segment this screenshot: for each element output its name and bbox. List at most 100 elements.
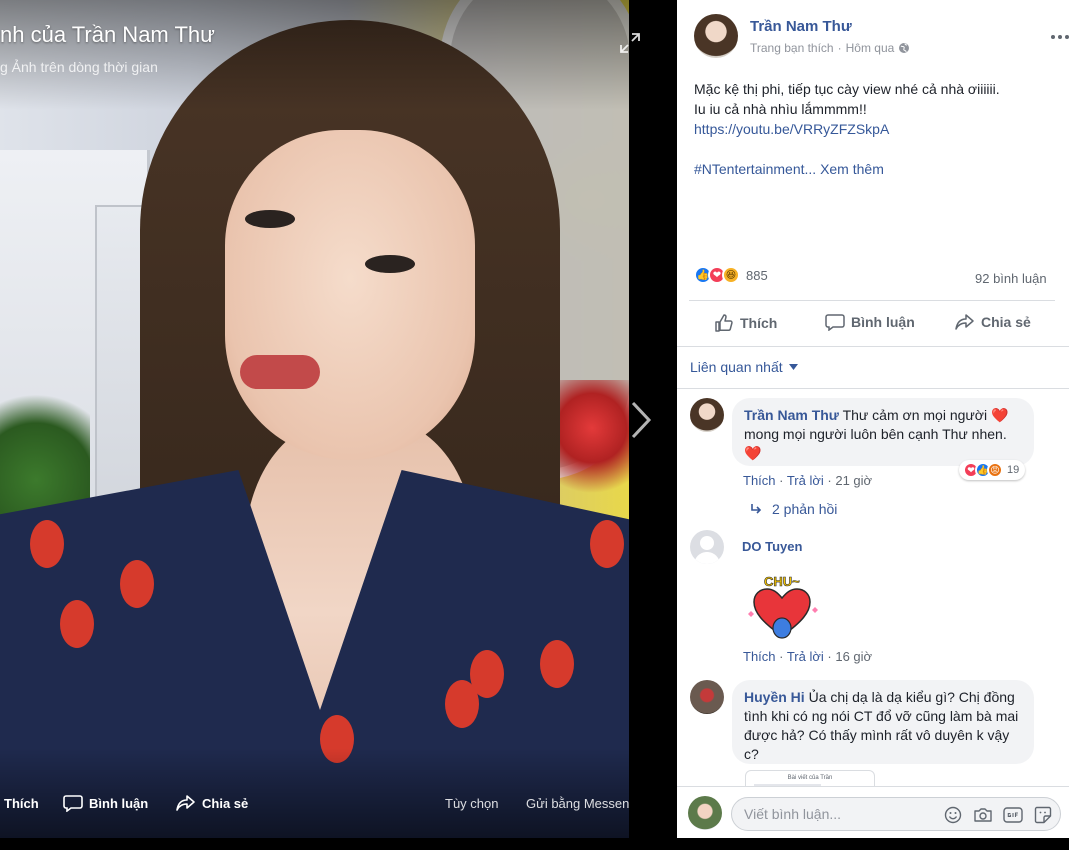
comment-actions: Thích · Trả lời · 21 giờ <box>743 473 873 488</box>
photo-like-button[interactable]: Thích <box>4 790 39 816</box>
commenter-avatar[interactable] <box>690 680 724 714</box>
comment-label: Bình luận <box>851 314 915 330</box>
sticker-text: CHU~ <box>764 574 800 589</box>
dress-cherry <box>590 520 624 568</box>
photo-comment-label: Bình luận <box>89 795 149 811</box>
commenter-name[interactable]: Trần Nam Thư <box>744 407 839 423</box>
comment-bubble: Trần Nam Thư Thư cảm ơn mọi người ❤️ mon… <box>732 398 1034 466</box>
photo-options-button[interactable]: Tùy chọn <box>445 790 498 816</box>
comment-text: Ủa chị dạ là dạ kiểu gì? Chị đồng <box>808 689 1015 705</box>
dress-cherry <box>30 520 64 568</box>
share-label: Chia sẻ <box>981 314 1031 330</box>
photo-like-label: Thích <box>4 795 39 811</box>
commenter-name[interactable]: Huyền Hi <box>744 689 805 705</box>
comment-item: Huyền Hi Ủa chị dạ là dạ kiểu gì? Chị đồ… <box>690 680 1060 786</box>
comment-bubble: Huyền Hi Ủa chị dạ là dạ kiểu gì? Chị đồ… <box>732 680 1034 764</box>
comment-reaction-count: 19 <box>1007 464 1020 476</box>
page-type: Trang bạn thích <box>750 41 834 55</box>
comment-input-placeholder: Viết bình luận... <box>744 806 842 822</box>
expand-icon[interactable] <box>619 32 641 54</box>
post-hashtag[interactable]: #NTentertainment... <box>694 161 816 177</box>
sticker-icon[interactable] <box>1033 805 1053 825</box>
divider <box>677 388 1069 389</box>
comment-like-button[interactable]: Thích <box>743 473 776 488</box>
reply-arrow-icon <box>751 504 762 514</box>
post-text-line: Mặc kệ thị phi, tiếp tục cày view nhé cả… <box>694 81 1000 97</box>
comment-attachment-image[interactable]: Bài viết của Trần <box>745 770 875 786</box>
album-title[interactable]: nh của Trần Nam Thư <box>0 22 215 48</box>
reaction-count: 885 <box>746 267 768 283</box>
photo[interactable] <box>0 0 629 838</box>
photo-lips <box>240 355 320 389</box>
comment-text: tình khi có ng nói CT đổ vỡ cũng làm bà … <box>744 708 1019 724</box>
caret-down-icon <box>788 364 798 370</box>
post-link[interactable]: https://youtu.be/VRRyZFZSkpA <box>694 121 889 137</box>
comment-text: Thư cảm ơn mọi người <box>842 407 988 423</box>
dress-cherry <box>470 650 504 698</box>
bottom-bar <box>0 838 1069 850</box>
comment-icon <box>825 314 845 331</box>
comment-reply-button[interactable]: Trả lời <box>787 649 824 664</box>
divider <box>689 300 1055 301</box>
sort-label: Liên quan nhất <box>690 359 783 375</box>
like-label: Thích <box>740 315 778 331</box>
heart-emoji-icon: ❤️ <box>990 407 1009 423</box>
post-header: Trần Nam Thư Trang bạn thích · Hôm qua <box>694 14 1069 60</box>
share-icon <box>955 314 974 330</box>
see-more-link[interactable]: Xem thêm <box>820 161 884 177</box>
photo-action-bar: Thích Bình luận Chia sẻ Tùy chọn Gửi bằn… <box>0 790 629 816</box>
comment-text: mong mọi người luôn bên cạnh Thư nhen. <box>744 426 1007 442</box>
photo-bg-flowers <box>560 380 629 500</box>
comment-reactions[interactable]: ❤ 👍 😡 19 <box>959 460 1026 480</box>
comment-count[interactable]: 92 bình luận <box>975 271 1047 286</box>
divider <box>677 346 1069 347</box>
comment-item: DO Tuyen CHU~ Thích · Trả lời · 16 giờ <box>690 530 1060 670</box>
comment-sort-dropdown[interactable]: Liên quan nhất <box>690 359 798 375</box>
send-messenger-button[interactable]: Gửi bằng Messenger <box>526 790 629 816</box>
post-meta: Trang bạn thích · Hôm qua <box>750 41 910 55</box>
photo-eye-right <box>365 255 415 273</box>
commenter-avatar[interactable] <box>690 530 724 564</box>
composer-tools <box>943 805 1053 825</box>
sticker-heart-kiss-icon[interactable]: CHU~ <box>742 570 822 646</box>
dress-cherry <box>120 560 154 608</box>
comment-like-button[interactable]: Thích <box>743 649 776 664</box>
default-avatar-icon <box>694 536 720 564</box>
album-subtitle[interactable]: g Ảnh trên dòng thời gian <box>0 59 158 75</box>
post-panel: Trần Nam Thư Trang bạn thích · Hôm qua M… <box>677 0 1069 838</box>
post-time[interactable]: Hôm qua <box>846 41 895 55</box>
comment-time[interactable]: 16 giờ <box>835 649 872 664</box>
author-name[interactable]: Trần Nam Thư <box>750 18 852 35</box>
comment-reply-button[interactable]: Trả lời <box>787 473 824 488</box>
share-button[interactable]: Chia sẻ <box>955 313 1031 331</box>
post-action-row: Thích Bình luận Chia sẻ <box>689 303 1055 343</box>
globe-icon <box>899 43 910 53</box>
gif-icon[interactable] <box>1003 805 1023 825</box>
viewer-avatar <box>688 796 722 830</box>
photo-comment-button[interactable]: Bình luận <box>63 790 148 816</box>
more-options-icon[interactable] <box>1049 30 1069 44</box>
dress-cherry <box>60 600 94 648</box>
replies-label: 2 phản hồi <box>772 501 838 517</box>
comment-icon <box>63 795 83 812</box>
post-text-line: Iu iu cả nhà nhìu lắmmmm!! <box>694 101 867 117</box>
camera-icon[interactable] <box>973 805 993 825</box>
commenter-name[interactable]: DO Tuyen <box>742 539 802 554</box>
comment-composer: Viết bình luận... <box>677 786 1069 838</box>
emoji-icon[interactable] <box>943 805 963 825</box>
author-avatar[interactable] <box>694 14 738 58</box>
post-reactions[interactable]: 👍 ❤ 😆 885 <box>694 266 768 284</box>
photo-viewer[interactable]: nh của Trần Nam Thư g Ảnh trên dòng thời… <box>0 0 629 838</box>
view-replies-button[interactable]: 2 phản hồi <box>750 501 837 517</box>
next-arrow-icon[interactable] <box>628 400 654 440</box>
comment-time[interactable]: 21 giờ <box>835 473 872 488</box>
meta-separator: · <box>837 41 842 55</box>
like-button[interactable]: Thích <box>714 313 777 333</box>
photo-face <box>225 130 475 460</box>
commenter-avatar[interactable] <box>690 398 724 432</box>
photo-share-button[interactable]: Chia sẻ <box>176 790 248 816</box>
comment-button[interactable]: Bình luận <box>825 313 915 331</box>
photo-options-label: Tùy chọn <box>445 795 499 811</box>
haha-reaction-icon: 😆 <box>722 266 740 284</box>
post-text: Mặc kệ thị phi, tiếp tục cày view nhé cả… <box>694 79 1054 179</box>
